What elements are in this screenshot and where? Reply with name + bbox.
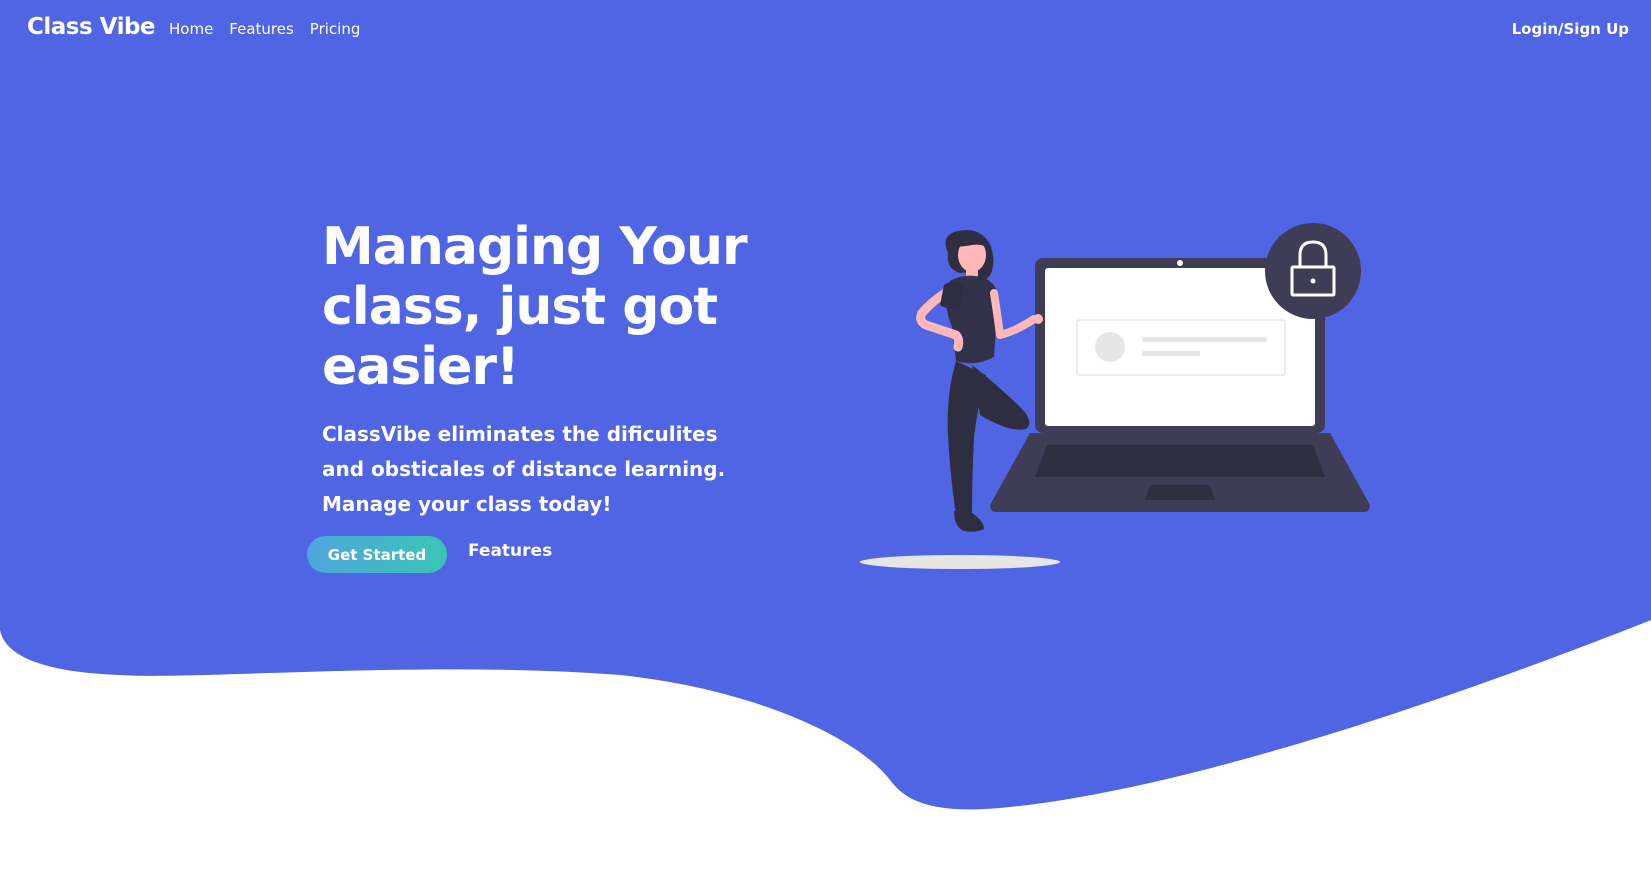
floor-shadow [860, 555, 1060, 569]
nav-link-home[interactable]: Home [169, 20, 213, 38]
nav-links: Home Features Pricing [169, 20, 360, 38]
features-link[interactable]: Features [468, 541, 552, 561]
nav-link-features[interactable]: Features [229, 20, 294, 38]
lock-icon [1265, 223, 1361, 319]
hero-title: Managing Your class, just got easier! [322, 217, 748, 397]
login-signup-link[interactable]: Login/Sign Up [1512, 20, 1629, 38]
brand-logo[interactable]: Class Vibe [27, 14, 156, 40]
hero-background [0, 0, 1651, 810]
hero-wave-shape [0, 0, 1651, 810]
hero-subtitle: ClassVibe eliminates the dificulites and… [322, 422, 726, 516]
get-started-button[interactable]: Get Started [307, 536, 447, 573]
nav-link-pricing[interactable]: Pricing [310, 20, 361, 38]
landing-page: Class Vibe Home Features Pricing Login/S… [0, 0, 1651, 876]
hero-illustration [860, 223, 1370, 569]
